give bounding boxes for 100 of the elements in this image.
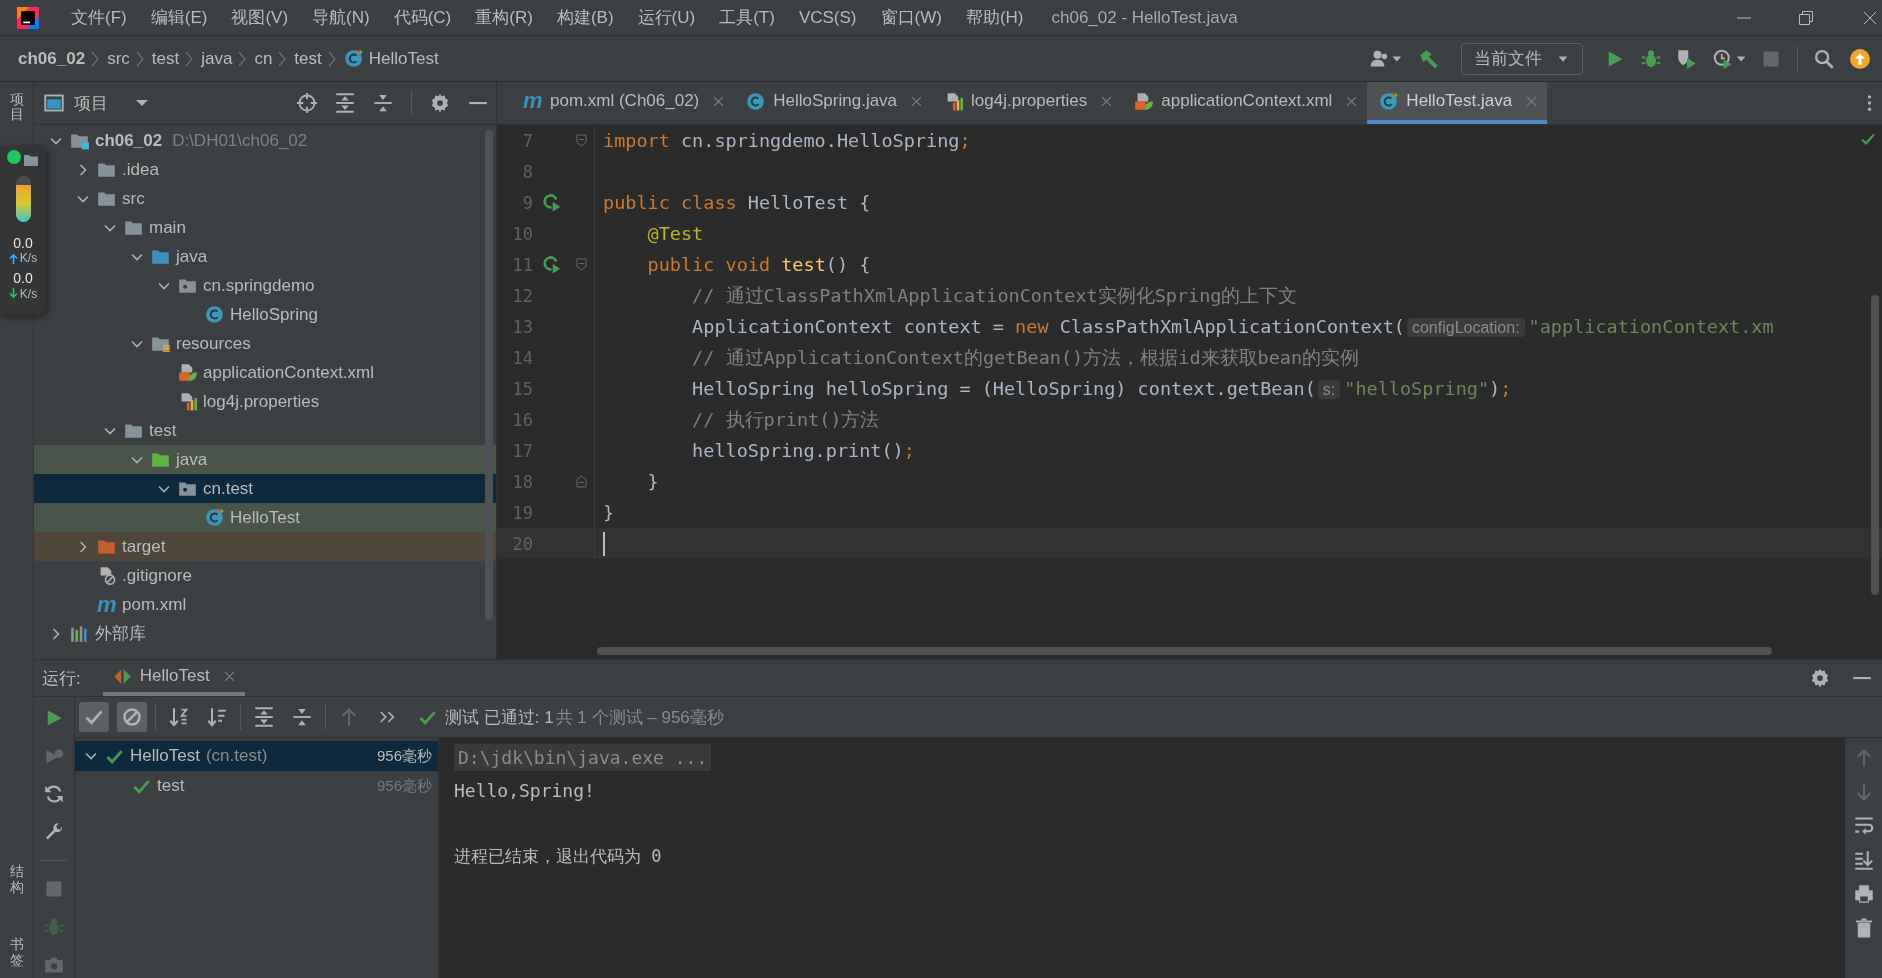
hammer-icon[interactable] bbox=[1418, 48, 1439, 69]
tree-item[interactable]: resources bbox=[176, 333, 251, 354]
line-number: 13 bbox=[511, 316, 533, 337]
soft-wrap-icon[interactable] bbox=[1853, 816, 1874, 836]
app-logo-icon[interactable] bbox=[17, 6, 39, 29]
crosshair-icon[interactable] bbox=[297, 93, 317, 113]
close-icon[interactable] bbox=[1862, 9, 1878, 26]
speed-unit: K/s bbox=[19, 251, 38, 266]
scrollbar[interactable] bbox=[485, 130, 493, 620]
check-icon bbox=[84, 707, 104, 727]
scrollbar[interactable] bbox=[597, 647, 1772, 655]
menu-item[interactable]: 帮助(H) bbox=[953, 6, 1036, 29]
editor-tab[interactable]: m pom.xml (Ch06_02) bbox=[511, 82, 735, 124]
clock-run-icon[interactable] bbox=[1712, 48, 1745, 69]
sort-icon bbox=[207, 707, 227, 727]
breadcrumb-item[interactable]: HelloTest bbox=[343, 48, 439, 69]
menu-item[interactable]: 文件(F) bbox=[59, 6, 139, 29]
chevron-right-icon bbox=[327, 49, 336, 68]
tree-item[interactable]: cn.test bbox=[203, 478, 254, 499]
tree-item[interactable]: src bbox=[122, 188, 145, 209]
check-button[interactable] bbox=[79, 702, 109, 732]
run-test-icon[interactable] bbox=[541, 255, 561, 274]
breadcrumb-item[interactable]: test bbox=[294, 48, 322, 69]
tree-item[interactable]: .idea bbox=[122, 159, 159, 180]
tree-item[interactable]: cn.springdemo bbox=[203, 275, 315, 296]
print-icon[interactable] bbox=[1853, 884, 1874, 904]
settings-icon[interactable] bbox=[1810, 668, 1830, 688]
panel-title[interactable]: 项目 bbox=[74, 91, 108, 115]
window-title: ch06_02 - HelloTest.java bbox=[1051, 7, 1238, 28]
restore-icon[interactable] bbox=[1798, 9, 1814, 26]
check-icon[interactable] bbox=[1860, 131, 1876, 147]
tool-window-label[interactable]: 书签 bbox=[9, 931, 24, 974]
tree-item[interactable]: applicationContext.xml bbox=[203, 362, 375, 383]
chevron-right-icon bbox=[238, 49, 247, 68]
test-name[interactable]: test bbox=[157, 776, 185, 796]
search-icon[interactable] bbox=[1814, 48, 1834, 69]
bug-icon[interactable] bbox=[1640, 48, 1661, 69]
test-class-icon bbox=[1379, 91, 1399, 111]
breadcrumb-item[interactable]: ch06_02 bbox=[18, 48, 86, 69]
console-command[interactable]: D:\jdk\bin\java.exe ... bbox=[454, 744, 712, 771]
breadcrumb-item[interactable]: src bbox=[107, 48, 130, 69]
run-tab[interactable]: HelloTest bbox=[102, 660, 245, 696]
menu-item[interactable]: 导航(N) bbox=[300, 6, 382, 29]
tree-item[interactable]: java bbox=[176, 246, 208, 267]
refresh-icon[interactable] bbox=[44, 784, 64, 804]
fold-icon[interactable] bbox=[576, 475, 587, 488]
editor-tab[interactable]: HelloSpring.java bbox=[734, 82, 933, 124]
menu-item[interactable]: 视图(V) bbox=[219, 6, 301, 29]
user-icon[interactable] bbox=[1370, 48, 1403, 69]
close-icon[interactable] bbox=[1346, 95, 1358, 107]
fold-icon[interactable] bbox=[576, 258, 587, 271]
tree-item[interactable]: .gitignore bbox=[122, 565, 192, 586]
settings-icon[interactable] bbox=[430, 93, 450, 113]
menu-item[interactable]: 编辑(E) bbox=[138, 6, 220, 29]
tree-item[interactable]: java bbox=[176, 449, 208, 470]
menu-item[interactable]: 窗口(W) bbox=[868, 6, 954, 29]
update-icon[interactable] bbox=[1850, 48, 1870, 69]
tree-item[interactable]: test bbox=[149, 420, 177, 441]
scroll-to-end-icon[interactable] bbox=[1853, 850, 1874, 870]
run-config-dropdown[interactable]: 当前文件 bbox=[1460, 42, 1583, 75]
editor-tab[interactable]: applicationContext.xml bbox=[1122, 82, 1368, 124]
tree-item[interactable]: main bbox=[149, 217, 186, 238]
breadcrumb-item[interactable]: java bbox=[201, 48, 233, 69]
tree-item[interactable]: target bbox=[122, 536, 166, 557]
shield-run-icon[interactable] bbox=[1676, 48, 1697, 69]
close-icon[interactable] bbox=[911, 95, 923, 107]
tree-item[interactable]: log4j.properties bbox=[203, 391, 320, 412]
test-summary: 共 1 个测试 – 956毫秒 bbox=[555, 706, 724, 729]
ignored-button[interactable] bbox=[117, 702, 147, 732]
menu-item[interactable]: 构建(B) bbox=[544, 6, 626, 29]
tree-item[interactable]: HelloTest bbox=[230, 507, 300, 528]
more-icon[interactable] bbox=[1867, 94, 1872, 112]
tree-item[interactable]: HelloSpring bbox=[230, 304, 318, 325]
menu-item[interactable]: VCS(S) bbox=[786, 7, 869, 28]
menu-item[interactable]: 运行(U) bbox=[625, 6, 708, 29]
tree-item[interactable]: ch06_02 bbox=[95, 130, 163, 151]
breadcrumb-item[interactable]: test bbox=[151, 48, 180, 69]
wrench-icon[interactable] bbox=[44, 822, 64, 842]
run-test-icon[interactable] bbox=[541, 193, 561, 212]
scrollbar[interactable] bbox=[1871, 295, 1879, 595]
trash-icon[interactable] bbox=[1853, 918, 1874, 938]
tool-window-label[interactable]: 项目 bbox=[9, 86, 24, 129]
breadcrumb-item[interactable]: cn bbox=[254, 48, 273, 69]
menu-item[interactable]: 重构(R) bbox=[463, 6, 545, 29]
fold-icon[interactable] bbox=[576, 134, 587, 147]
expand-all-icon[interactable] bbox=[335, 93, 355, 113]
menu-item[interactable]: 工具(T) bbox=[707, 6, 787, 29]
close-icon[interactable] bbox=[223, 670, 235, 682]
chevron-right-icon bbox=[185, 49, 194, 68]
close-icon[interactable] bbox=[1101, 95, 1113, 107]
editor-tab[interactable]: log4j.properties bbox=[932, 82, 1123, 124]
editor-tab[interactable]: HelloTest.java bbox=[1367, 82, 1548, 124]
menu-item[interactable]: 代码(C) bbox=[381, 6, 464, 29]
test-name[interactable]: HelloTest bbox=[130, 746, 200, 766]
collapse-all-icon[interactable] bbox=[373, 93, 393, 113]
tree-item[interactable]: 外部库 bbox=[95, 622, 146, 645]
library-icon bbox=[70, 624, 89, 643]
tool-window-label[interactable]: 结构 bbox=[9, 858, 24, 902]
close-icon[interactable] bbox=[713, 95, 725, 107]
tree-item[interactable]: pom.xml bbox=[122, 594, 187, 615]
